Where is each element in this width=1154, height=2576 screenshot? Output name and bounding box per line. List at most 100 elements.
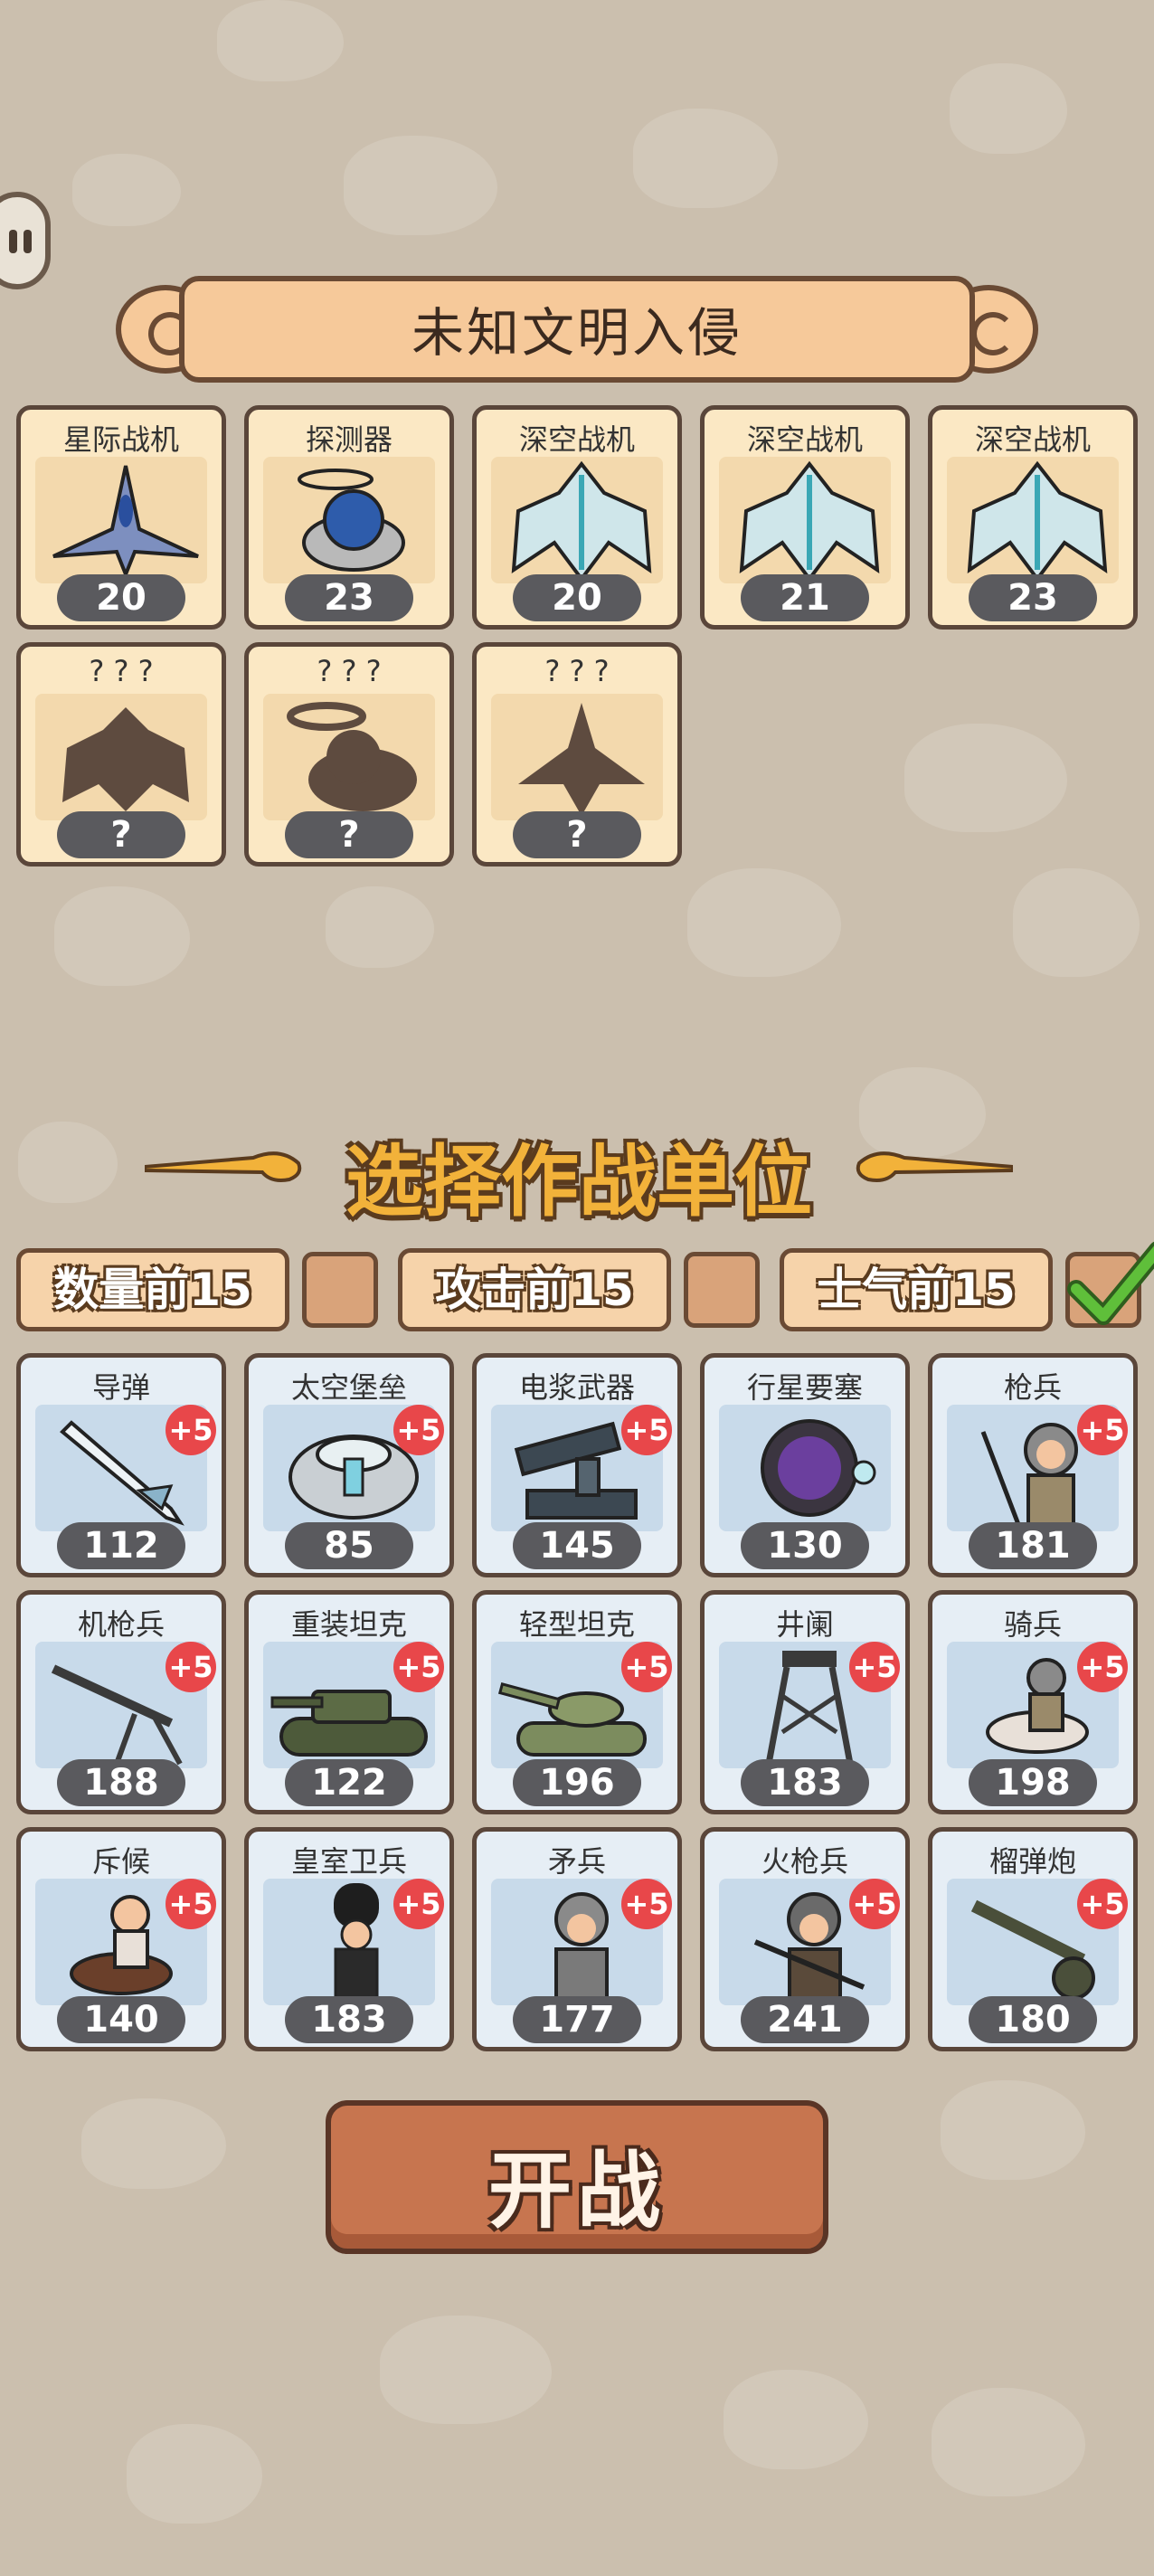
unit-name: 行星要塞 — [746, 1370, 863, 1405]
enemy-grid: 星际战机 20 探测器 23 深空战机 20 深空战机 21 深空战机 23 ?… — [16, 405, 1138, 867]
unit-name: 轻型坦克 — [518, 1607, 635, 1642]
enemy-value: 23 — [285, 574, 413, 621]
unit-grid: 导弹 +5 112 太空堡垒 +5 85 电浆武器 +5 145 行星要塞 13… — [16, 1353, 1138, 2051]
filter-quantity-button[interactable]: 数量前15 — [16, 1248, 289, 1331]
unit-card[interactable]: 榴弹炮 +5 180 — [928, 1827, 1138, 2051]
enemy-value: ? — [513, 811, 641, 858]
unit-value: 140 — [57, 1996, 185, 2043]
bonus-badge: +5 — [166, 1642, 216, 1692]
unit-card[interactable]: 轻型坦克 +5 196 — [472, 1590, 682, 1814]
unit-value: 130 — [741, 1522, 869, 1569]
bonus-badge: +5 — [621, 1642, 672, 1692]
pause-button[interactable] — [0, 192, 51, 289]
probe-icon — [298, 469, 405, 572]
bonus-badge: +5 — [849, 1879, 900, 1929]
unit-name: 火枪兵 — [761, 1844, 848, 1879]
unit-name: 矛兵 — [547, 1844, 606, 1879]
bonus-badge: +5 — [166, 1879, 216, 1929]
enemy-value: 23 — [969, 574, 1097, 621]
title-ribbon: 未知文明入侵 — [116, 276, 1038, 383]
unit-value: 145 — [513, 1522, 641, 1569]
bonus-badge: +5 — [166, 1405, 216, 1455]
enemy-value: 20 — [57, 574, 185, 621]
unit-name: 导弹 — [91, 1370, 150, 1405]
unit-name: 电浆武器 — [518, 1370, 635, 1405]
enemy-name: 深空战机 — [974, 422, 1091, 457]
fighter-jet-icon — [52, 465, 199, 580]
unit-card[interactable]: 井阑 +5 183 — [700, 1590, 910, 1814]
unit-value: 122 — [285, 1759, 413, 1806]
enemy-name: 探测器 — [305, 422, 393, 457]
checkmark-icon — [1067, 1241, 1154, 1325]
start-battle-button[interactable]: 开战 — [326, 2100, 828, 2254]
enemy-name: 深空战机 — [746, 422, 863, 457]
unit-card[interactable]: 太空堡垒 +5 85 — [244, 1353, 454, 1577]
enemy-value: ? — [57, 811, 185, 858]
bonus-badge: +5 — [393, 1405, 444, 1455]
enemy-value: 20 — [513, 574, 641, 621]
unit-value: 183 — [285, 1996, 413, 2043]
unit-name: 骑兵 — [1003, 1607, 1062, 1642]
bonus-badge: +5 — [1077, 1879, 1128, 1929]
unknown-silhouette-icon — [62, 707, 189, 811]
enemy-card-locked[interactable]: ? ? ? ? — [244, 642, 454, 867]
unit-card[interactable]: 矛兵 +5 177 — [472, 1827, 682, 2051]
unit-value: 177 — [513, 1996, 641, 2043]
unit-card[interactable]: 重装坦克 +5 122 — [244, 1590, 454, 1814]
enemy-card-locked[interactable]: ? ? ? ? — [16, 642, 226, 867]
planet-fortress-icon — [761, 1419, 876, 1517]
bonus-badge: +5 — [1077, 1405, 1128, 1455]
unit-card[interactable]: 皇室卫兵 +5 183 — [244, 1827, 454, 2051]
bonus-badge: +5 — [849, 1642, 900, 1692]
unit-name: 榴弹炮 — [988, 1844, 1076, 1879]
deep-space-fighter-icon — [511, 460, 652, 582]
enemy-value: 21 — [741, 574, 869, 621]
unit-name: 枪兵 — [1003, 1370, 1062, 1405]
unit-name: 斥候 — [91, 1844, 150, 1879]
enemy-name: ? ? ? — [89, 654, 154, 688]
bonus-badge: +5 — [393, 1879, 444, 1929]
enemy-name: 星际战机 — [62, 422, 179, 457]
deep-space-fighter-icon — [739, 460, 880, 582]
bonus-badge: +5 — [621, 1405, 672, 1455]
bonus-badge: +5 — [1077, 1642, 1128, 1692]
unit-card[interactable]: 机枪兵 +5 188 — [16, 1590, 226, 1814]
unit-card[interactable]: 骑兵 +5 198 — [928, 1590, 1138, 1814]
filter-attack-button[interactable]: 攻击前15 — [398, 1248, 671, 1331]
deep-space-fighter-icon — [967, 460, 1108, 582]
enemy-card-locked[interactable]: ? ? ? ? — [472, 642, 682, 867]
unit-card[interactable]: 导弹 +5 112 — [16, 1353, 226, 1577]
page-title: 未知文明入侵 — [411, 302, 743, 364]
enemy-card[interactable]: 深空战机 23 — [928, 405, 1138, 630]
unit-value: 196 — [513, 1759, 641, 1806]
bonus-badge: +5 — [393, 1642, 444, 1692]
enemy-card[interactable]: 星际战机 20 — [16, 405, 226, 630]
enemy-card[interactable]: 深空战机 20 — [472, 405, 682, 630]
enemy-name: 深空战机 — [518, 422, 635, 457]
unit-name: 井阑 — [775, 1607, 834, 1642]
unit-card[interactable]: 斥候 +5 140 — [16, 1827, 226, 2051]
pause-icon-bar — [24, 230, 32, 253]
unit-value: 183 — [741, 1759, 869, 1806]
unit-card[interactable]: 电浆武器 +5 145 — [472, 1353, 682, 1577]
filter-quantity-checkbox[interactable] — [302, 1252, 378, 1328]
unit-name: 皇室卫兵 — [290, 1844, 407, 1879]
unit-value: 241 — [741, 1996, 869, 2043]
enemy-card[interactable]: 深空战机 21 — [700, 405, 910, 630]
pause-icon — [9, 230, 17, 253]
unit-name: 重装坦克 — [290, 1607, 407, 1642]
filter-attack-checkbox[interactable] — [684, 1252, 760, 1328]
unit-value: 188 — [57, 1759, 185, 1806]
unit-card[interactable]: 枪兵 +5 181 — [928, 1353, 1138, 1577]
enemy-card[interactable]: 探测器 23 — [244, 405, 454, 630]
enemy-name: ? ? ? — [544, 654, 610, 688]
unknown-silhouette-icon — [518, 703, 645, 816]
unit-value: 180 — [969, 1996, 1097, 2043]
unit-value: 112 — [57, 1522, 185, 1569]
unit-card[interactable]: 火枪兵 +5 241 — [700, 1827, 910, 2051]
unit-card[interactable]: 行星要塞 130 — [700, 1353, 910, 1577]
filter-morale-button[interactable]: 士气前15 — [780, 1248, 1053, 1331]
start-battle-label: 开战 — [487, 2143, 666, 2240]
section-title: 选择作战单位 — [345, 1137, 812, 1227]
unit-value: 181 — [969, 1522, 1097, 1569]
